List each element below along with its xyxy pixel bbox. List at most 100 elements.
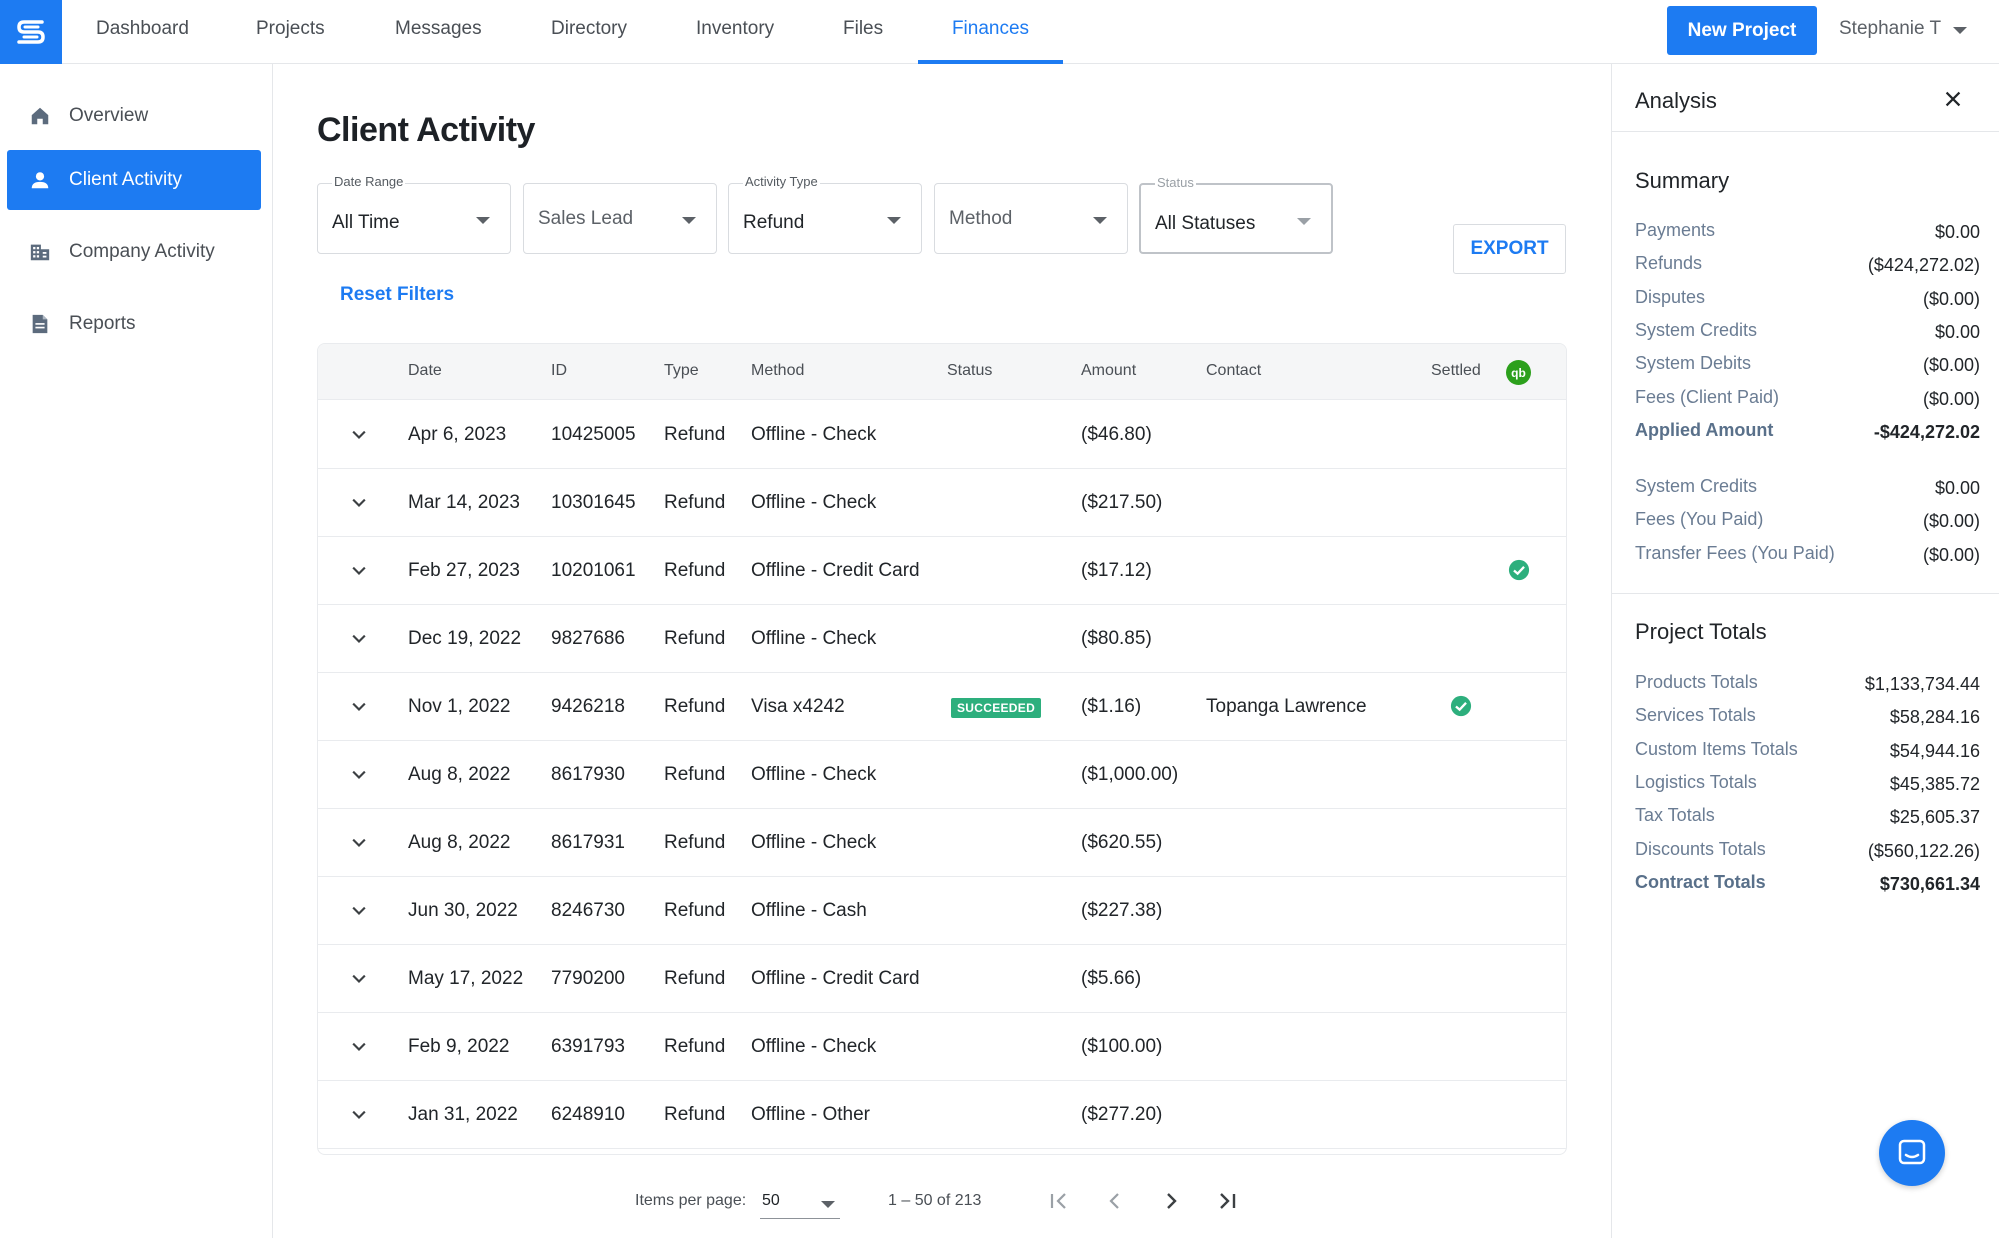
tab-projects[interactable]: Projects xyxy=(256,0,325,64)
building-icon xyxy=(29,241,51,263)
tab-files[interactable]: Files xyxy=(843,0,883,64)
cell-method: Offline - Check xyxy=(751,1036,877,1057)
last-page-button[interactable] xyxy=(1212,1186,1242,1216)
column-date[interactable]: Date xyxy=(408,362,442,380)
cell-method: Offline - Check xyxy=(751,832,877,853)
summary-value: $0.00 xyxy=(1934,478,1980,498)
summary-value: ($0.00) xyxy=(1922,388,1980,409)
tab-inventory[interactable]: Inventory xyxy=(696,0,774,64)
chevron-down-icon[interactable] xyxy=(349,765,369,785)
chevron-down-icon xyxy=(1953,27,1968,34)
export-button[interactable]: EXPORT xyxy=(1453,224,1566,274)
chevron-down-icon[interactable] xyxy=(349,493,369,513)
sidebar-item-reports[interactable]: Reports xyxy=(7,294,261,354)
method-select[interactable]: Method xyxy=(934,183,1128,254)
tab-dashboard[interactable]: Dashboard xyxy=(96,0,189,64)
report-icon xyxy=(29,313,51,335)
check-circle-icon xyxy=(1450,695,1472,717)
column-type[interactable]: Type xyxy=(664,362,699,380)
cell-amount: ($46.80) xyxy=(1081,424,1152,445)
new-project-button[interactable]: New Project xyxy=(1667,6,1817,55)
table-row[interactable]: Dec 19, 2022 9827686 Refund Offline - Check… xyxy=(318,605,1566,673)
chevron-down-icon xyxy=(1297,218,1311,225)
project-totals-title: Project Totals xyxy=(1635,619,1767,644)
chevron-down-icon[interactable] xyxy=(349,901,369,921)
cell-date: May 17, 2022 xyxy=(408,968,524,989)
status-select[interactable]: Status All Statuses xyxy=(1139,175,1333,254)
cell-amount: ($1.16) xyxy=(1081,696,1142,717)
cell-date: Mar 14, 2023 xyxy=(408,492,520,513)
cell-date: Aug 8, 2022 xyxy=(408,764,511,785)
column-amount[interactable]: Amount xyxy=(1081,362,1136,380)
table-row[interactable]: May 17, 2022 7790200 Refund Offline - Credi… xyxy=(318,945,1566,1013)
cell-method: Offline - Cash xyxy=(751,900,867,921)
previous-page-button[interactable] xyxy=(1100,1186,1130,1216)
chevron-down-icon[interactable] xyxy=(349,629,369,649)
items-per-page-value: 50 xyxy=(762,1192,780,1209)
next-page-button[interactable] xyxy=(1156,1186,1186,1216)
items-per-page-select[interactable]: 50 xyxy=(760,1183,840,1219)
sales-lead-placeholder: Sales Lead xyxy=(538,208,634,229)
table-row[interactable]: Apr 6, 2023 10425005 Refund Offline - Check… xyxy=(318,401,1566,469)
chevron-down-icon[interactable] xyxy=(349,697,369,717)
summary-value: ($0.00) xyxy=(1922,511,1980,532)
sidebar-item-company-activity[interactable]: Company Activity xyxy=(7,222,261,282)
cell-type: Refund xyxy=(664,1104,726,1125)
column-status[interactable]: Status xyxy=(947,362,992,380)
table-row[interactable]: Aug 8, 2022 8617931 Refund Offline - Check (… xyxy=(318,809,1566,877)
person-icon xyxy=(29,169,51,191)
column-method[interactable]: Method xyxy=(751,362,804,380)
page-range: 1 – 50 of 213 xyxy=(888,1192,982,1209)
tab-messages[interactable]: Messages xyxy=(395,0,482,64)
summary-label: Contract Totals xyxy=(1635,871,1766,892)
sidebar-item-label: Overview xyxy=(69,105,149,126)
activity-type-select[interactable]: Activity Type Refund xyxy=(728,174,922,254)
panel-divider xyxy=(1612,593,1999,594)
summary-value: $25,605.37 xyxy=(1889,807,1980,828)
table-row[interactable]: Jan 31, 2022 6248910 Refund Offline - Other… xyxy=(318,1081,1566,1149)
sales-lead-select[interactable]: Sales Lead xyxy=(523,183,717,254)
cell-id: 10425005 xyxy=(551,424,636,445)
chevron-down-icon[interactable] xyxy=(349,1037,369,1057)
close-icon[interactable] xyxy=(1942,88,1964,110)
summary-value: -$424,272.02 xyxy=(1873,421,1980,442)
chevron-down-icon[interactable] xyxy=(349,969,369,989)
cell-method: Offline - Check xyxy=(751,628,877,649)
cell-amount: ($217.50) xyxy=(1081,492,1163,513)
chevron-down-icon[interactable] xyxy=(349,561,369,581)
summary-label: Products Totals xyxy=(1635,672,1758,692)
column-id[interactable]: ID xyxy=(551,362,567,380)
sidebar-item-overview[interactable]: Overview xyxy=(7,86,261,146)
cell-id: 6248910 xyxy=(551,1104,625,1125)
cell-date: Dec 19, 2022 xyxy=(408,628,522,649)
app-logo[interactable] xyxy=(0,0,62,64)
summary-value: ($424,272.02) xyxy=(1867,255,1980,276)
chevron-down-icon[interactable] xyxy=(349,1105,369,1125)
chevron-down-icon[interactable] xyxy=(349,425,369,445)
tab-directory[interactable]: Directory xyxy=(551,0,627,64)
column-settled[interactable]: Settled xyxy=(1431,362,1481,380)
chevron-down-icon[interactable] xyxy=(349,833,369,853)
user-menu[interactable]: Stephanie T xyxy=(1839,18,1968,40)
summary-label: Services Totals xyxy=(1635,705,1756,726)
column-contact[interactable]: Contact xyxy=(1206,362,1261,380)
cell-type: Refund xyxy=(664,1036,726,1057)
date-range-select[interactable]: Date Range All Time xyxy=(317,174,511,254)
cell-type: Refund xyxy=(664,968,726,989)
reset-filters-link[interactable]: Reset Filters xyxy=(340,284,454,306)
chat-button[interactable] xyxy=(1879,1120,1945,1186)
table-row[interactable]: Nov 1, 2022 9426218 Refund Visa x4242 ($1.16… xyxy=(318,673,1566,741)
tab-finances[interactable]: Finances xyxy=(918,0,1063,64)
table-row[interactable]: Aug 8, 2022 8617930 Refund Offline - Check (… xyxy=(318,741,1566,809)
cell-amount: ($277.20) xyxy=(1081,1104,1163,1125)
table-row[interactable]: Feb 27, 2023 10201061 Refund Offline - Cred… xyxy=(318,537,1566,605)
table-row[interactable]: Mar 14, 2023 10301645 Refund Offline - Chec… xyxy=(318,469,1566,537)
table-row[interactable]: Feb 9, 2022 6391793 Refund Offline - Check (… xyxy=(318,1013,1566,1081)
table-row[interactable]: Jun 30, 2022 8246730 Refund Offline - Cash (… xyxy=(318,877,1566,945)
sidebar-item-client-activity[interactable]: Client Activity xyxy=(7,150,261,210)
chat-icon xyxy=(1898,1139,1926,1165)
first-page-button[interactable] xyxy=(1044,1186,1074,1216)
summary-label: Disputes xyxy=(1635,286,1706,307)
chevron-left-icon xyxy=(1109,1193,1119,1209)
cell-id: 9426218 xyxy=(551,696,625,717)
